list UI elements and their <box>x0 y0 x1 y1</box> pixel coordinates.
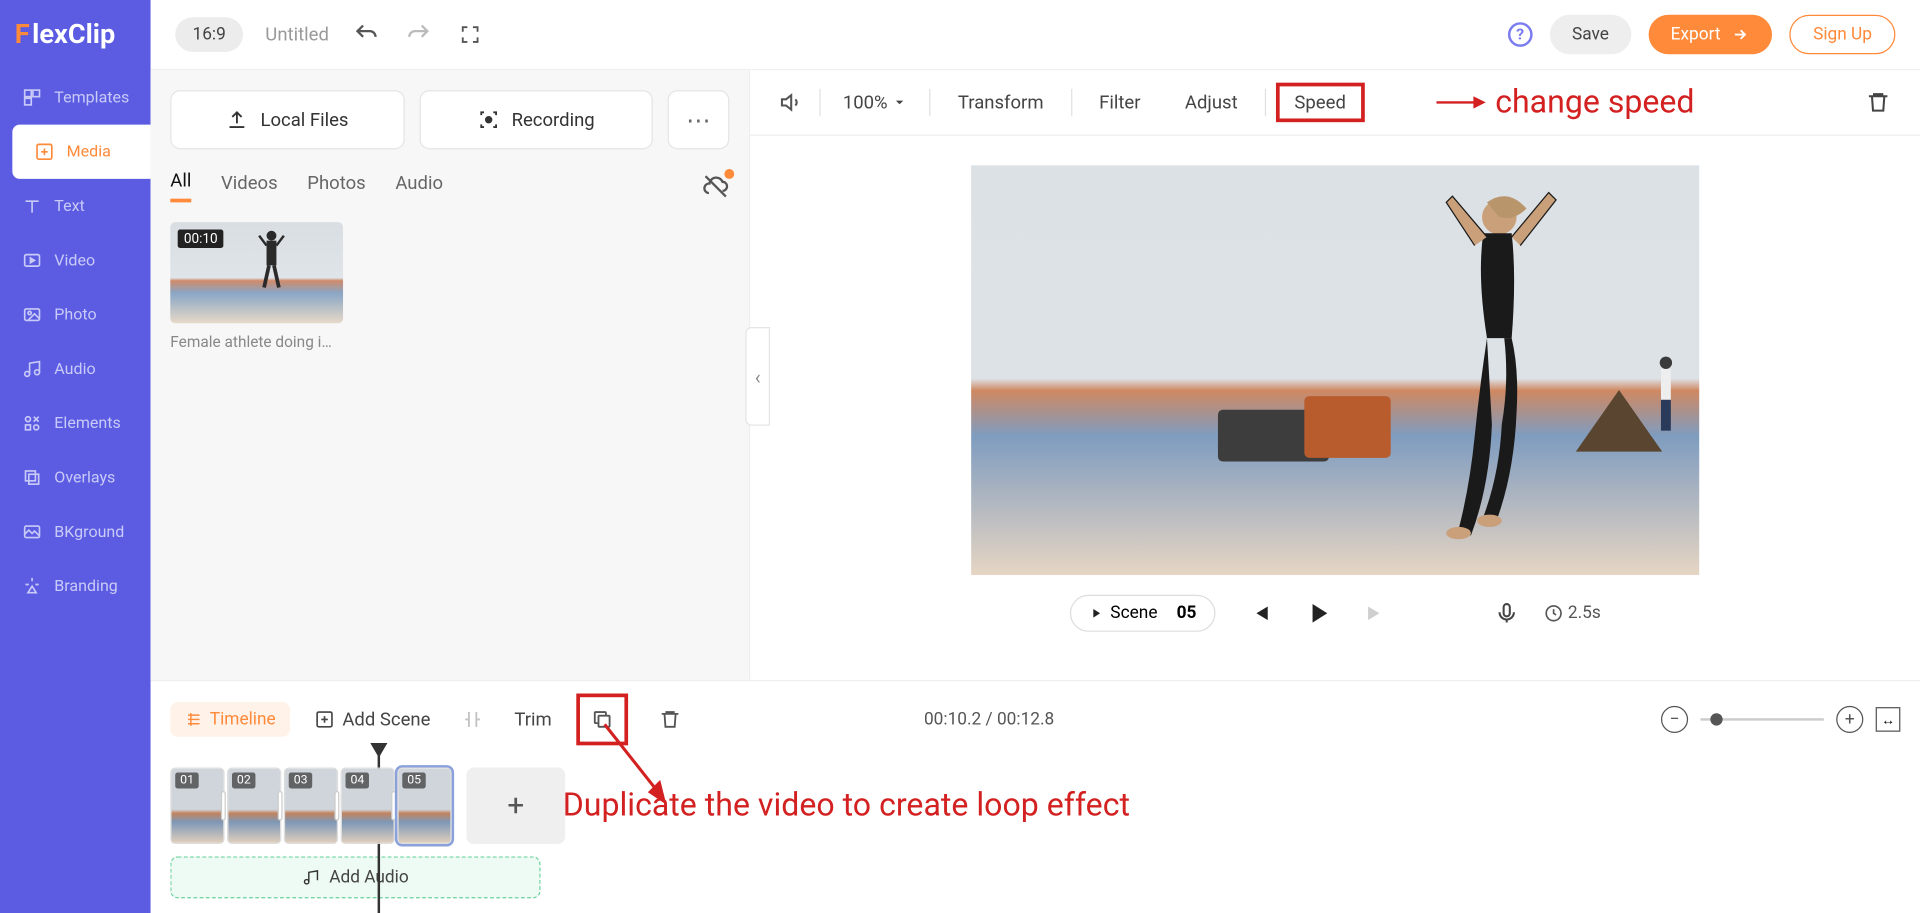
undo-button[interactable] <box>351 20 381 50</box>
media-tab-videos[interactable]: Videos <box>221 171 278 201</box>
overlays-icon <box>22 468 42 488</box>
audio-icon <box>22 359 42 379</box>
signup-button[interactable]: Sign Up <box>1790 15 1896 54</box>
speed-button[interactable]: Speed <box>1276 83 1364 122</box>
sidebar-item-templates[interactable]: Templates <box>0 70 151 124</box>
fit-button[interactable]: ↔ <box>1876 707 1901 732</box>
scene-thumbnail[interactable]: 02 <box>227 768 281 845</box>
sidebar-item-label: Video <box>54 251 95 270</box>
media-label: Female athlete doing im… <box>170 333 343 352</box>
sidebar-item-media[interactable]: Media <box>12 125 150 179</box>
media-tab-all[interactable]: All <box>170 169 191 202</box>
scene-thumbnail-selected[interactable]: 05 <box>397 768 451 845</box>
cloud-sync-icon[interactable] <box>702 172 729 199</box>
background-icon <box>22 522 42 542</box>
next-button[interactable] <box>1363 600 1390 627</box>
sidebar-item-photo[interactable]: Photo <box>0 288 151 342</box>
transform-button[interactable]: Transform <box>941 84 1061 121</box>
add-scene-button[interactable]: Add Scene <box>315 708 430 730</box>
local-files-button[interactable]: Local Files <box>170 90 404 149</box>
mic-icon[interactable] <box>1494 601 1519 626</box>
adjust-button[interactable]: Adjust <box>1168 84 1255 121</box>
zoom-in-button[interactable]: + <box>1836 706 1863 733</box>
prev-button[interactable] <box>1245 600 1272 627</box>
sidebar-item-label: Photo <box>54 305 96 324</box>
text-icon <box>22 196 42 216</box>
logo: FlexClip <box>0 10 151 70</box>
templates-icon <box>22 88 42 108</box>
add-scene-tile[interactable]: + <box>466 768 565 845</box>
scene-thumbnail[interactable]: 01 <box>170 768 224 845</box>
sidebar-item-video[interactable]: Video <box>0 233 151 287</box>
timecode: 00:10.2 / 00:12.8 <box>924 710 1054 730</box>
export-button[interactable]: Export <box>1648 15 1772 54</box>
sidebar-item-text[interactable]: Text <box>0 179 151 233</box>
split-button[interactable] <box>455 702 490 737</box>
annotation-duplicate: Duplicate the video to create loop effec… <box>563 787 1130 824</box>
zoom-dropdown[interactable]: 100% <box>830 91 919 113</box>
video-icon <box>22 251 42 271</box>
video-preview[interactable] <box>971 165 1699 575</box>
media-duration: 00:10 <box>178 230 224 249</box>
aspect-ratio-chip[interactable]: 16:9 <box>175 17 243 52</box>
sidebar-item-label: Media <box>67 143 111 162</box>
sidebar-item-label: Text <box>54 197 85 216</box>
clip-duration[interactable]: 2.5s <box>1543 603 1601 623</box>
delete-button[interactable] <box>1861 85 1896 120</box>
timeline-button[interactable]: Timeline <box>170 702 290 737</box>
trim-button[interactable]: Trim <box>514 708 551 730</box>
sidebar-item-branding[interactable]: Branding <box>0 559 151 613</box>
media-tab-audio[interactable]: Audio <box>395 171 443 201</box>
scene-indicator[interactable]: Scene 05 <box>1070 595 1215 632</box>
scene-thumbnail[interactable]: 04 <box>341 768 395 845</box>
media-tab-photos[interactable]: Photos <box>307 171 365 201</box>
sidebar-item-label: Elements <box>54 414 121 433</box>
filter-button[interactable]: Filter <box>1082 84 1158 121</box>
sidebar-item-elements[interactable]: Elements <box>0 396 151 450</box>
photo-icon <box>22 305 42 325</box>
sidebar-item-background[interactable]: BKground <box>0 505 151 559</box>
sidebar-item-label: BKground <box>54 523 124 542</box>
collapse-panel-button[interactable]: ‹ <box>745 327 770 426</box>
sidebar-item-label: Templates <box>54 88 129 107</box>
sidebar-item-audio[interactable]: Audio <box>0 342 151 396</box>
fullscreen-button[interactable] <box>455 20 485 50</box>
help-button[interactable]: ? <box>1508 22 1533 47</box>
zoom-slider[interactable] <box>1700 718 1823 720</box>
branding-icon <box>22 576 42 596</box>
project-title[interactable]: Untitled <box>265 23 329 45</box>
play-button[interactable] <box>1301 597 1333 629</box>
sidebar-item-label: Branding <box>54 577 118 596</box>
recording-button[interactable]: Recording <box>419 90 653 149</box>
add-audio-button[interactable]: Add Audio <box>170 856 540 898</box>
media-item[interactable]: 00:10 Female athlete doing im… <box>170 222 343 352</box>
elements-icon <box>22 413 42 433</box>
media-icon <box>35 142 55 162</box>
sidebar-item-label: Overlays <box>54 468 115 487</box>
volume-icon[interactable] <box>775 85 810 120</box>
redo-button[interactable] <box>403 20 433 50</box>
sidebar-item-label: Audio <box>54 360 95 379</box>
save-button[interactable]: Save <box>1550 15 1631 54</box>
more-options-button[interactable]: ⋯ <box>668 90 730 149</box>
zoom-out-button[interactable]: − <box>1661 706 1688 733</box>
annotation-change-speed: change speed <box>1436 84 1695 121</box>
sidebar-item-overlays[interactable]: Overlays <box>0 450 151 504</box>
scene-thumbnail[interactable]: 03 <box>284 768 338 845</box>
